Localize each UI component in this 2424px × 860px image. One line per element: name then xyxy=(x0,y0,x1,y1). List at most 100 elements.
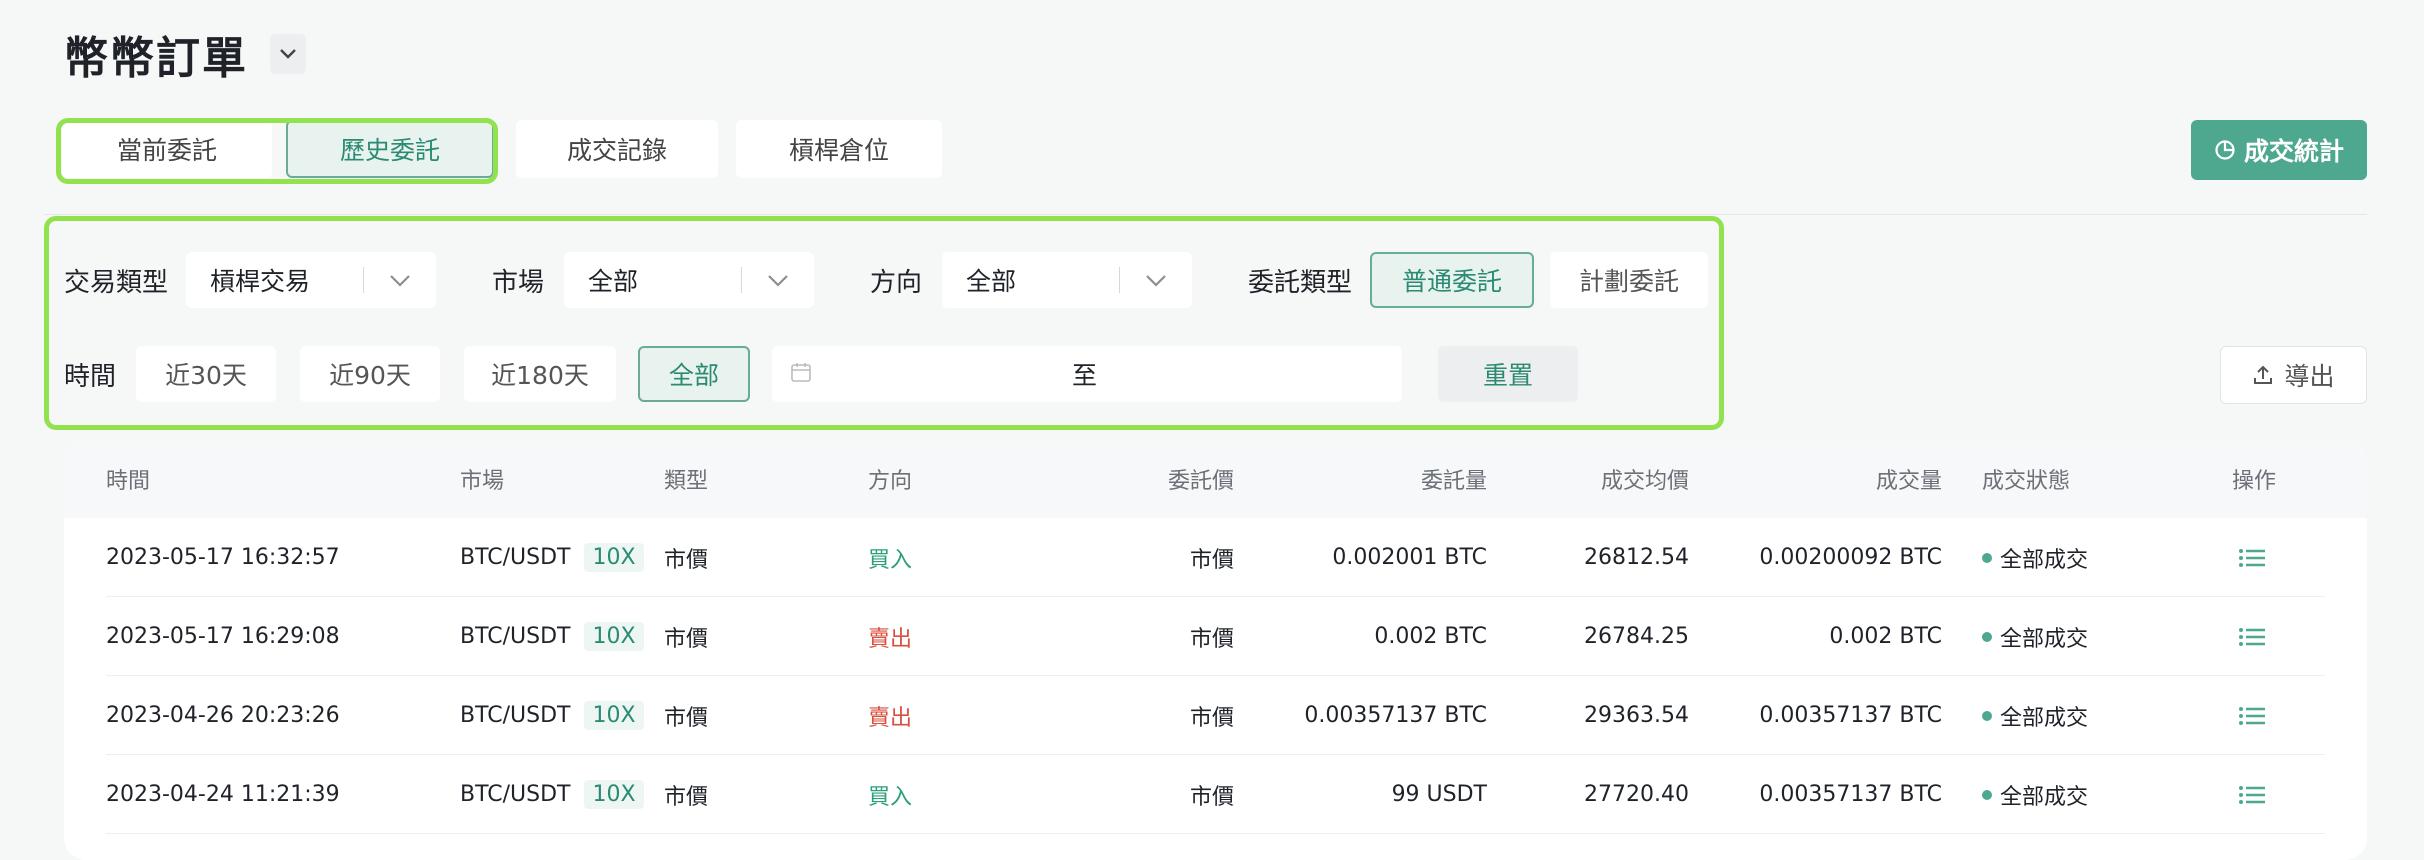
details-list-icon[interactable] xyxy=(2238,784,2266,806)
date-range-picker[interactable]: 至 xyxy=(772,346,1402,402)
reset-button[interactable]: 重置 xyxy=(1438,346,1578,402)
cell-avg-price: 26784.25 xyxy=(1584,624,1689,649)
cell-side: 賣出 xyxy=(868,626,913,652)
tab-margin-positions[interactable]: 槓桿倉位 xyxy=(736,120,942,178)
tab-current-orders[interactable]: 當前委託 xyxy=(62,120,272,178)
direction-label: 方向 xyxy=(870,267,923,298)
cell-avg-price: 26812.54 xyxy=(1584,545,1689,570)
cell-time: 2023-05-17 16:32:57 xyxy=(106,545,340,570)
status-text: 全部成交 xyxy=(2000,626,2089,652)
orders-table: 時間 市場 類型 方向 委託價 委託量 成交均價 成交量 成交狀態 操作 202… xyxy=(64,440,2367,860)
status-dot xyxy=(1982,552,1992,563)
cell-side: 買入 xyxy=(868,547,913,573)
market-pair: BTC/USDT xyxy=(460,782,571,807)
time-90d[interactable]: 近90天 xyxy=(300,346,440,402)
divider xyxy=(44,214,2367,215)
table-row: 2023-04-26 20:23:26 BTC/USDT 10X 市價 賣出 市價 0.00… xyxy=(64,676,2367,755)
market-select[interactable]: 全部 xyxy=(564,252,814,308)
leverage-badge: 10X xyxy=(584,543,644,572)
cell-status: 全部成交 xyxy=(1982,676,2088,755)
status-dot xyxy=(1982,710,1992,721)
cell-type: 市價 xyxy=(664,705,709,731)
chevron-down-icon xyxy=(280,49,296,59)
cell-avg-price: 27720.40 xyxy=(1584,782,1689,807)
upload-icon xyxy=(2254,365,2273,384)
cell-status: 全部成交 xyxy=(1982,597,2088,676)
leverage-badge: 10X xyxy=(584,622,644,651)
export-button[interactable]: 導出 xyxy=(2220,346,2367,404)
time-180d[interactable]: 近180天 xyxy=(464,346,616,402)
direction-value: 全部 xyxy=(966,267,1017,296)
time-30d[interactable]: 近30天 xyxy=(136,346,276,402)
order-type-normal[interactable]: 普通委託 xyxy=(1370,252,1534,308)
table-row: 2023-05-17 16:29:08 BTC/USDT 10X 市價 賣出 市價 0.00… xyxy=(64,597,2367,676)
page-header: 幣幣訂單 xyxy=(64,26,306,84)
col-action: 操作 xyxy=(2232,469,2277,494)
details-list-icon[interactable] xyxy=(2238,547,2266,569)
cell-filled: 0.00200092 BTC xyxy=(1759,545,1942,570)
cell-status: 全部成交 xyxy=(1982,518,2088,597)
cell-market: BTC/USDT 10X xyxy=(460,597,644,676)
date-range-separator: 至 xyxy=(1072,361,1098,390)
title-dropdown-button[interactable] xyxy=(270,34,306,74)
export-label: 導出 xyxy=(2284,362,2335,391)
col-amount: 委託量 xyxy=(1420,469,1487,494)
col-side: 方向 xyxy=(868,469,913,494)
leverage-badge: 10X xyxy=(584,780,644,809)
trade-type-select[interactable]: 槓桿交易 xyxy=(186,252,436,308)
details-list-icon[interactable] xyxy=(2238,705,2266,727)
status-text: 全部成交 xyxy=(2000,705,2089,731)
order-type-label: 委託類型 xyxy=(1248,267,1353,298)
col-filled: 成交量 xyxy=(1875,469,1942,494)
cell-status: 全部成交 xyxy=(1982,755,2088,834)
cell-price: 市價 xyxy=(1189,784,1234,810)
status-text: 全部成交 xyxy=(2000,784,2089,810)
cell-time: 2023-05-17 16:29:08 xyxy=(106,624,340,649)
cell-time: 2023-04-24 11:21:39 xyxy=(106,782,340,807)
col-avg-price: 成交均價 xyxy=(1600,469,1689,494)
cell-filled: 0.002 BTC xyxy=(1829,624,1942,649)
tab-order-history[interactable]: 歷史委託 xyxy=(286,120,494,178)
cell-price: 市價 xyxy=(1189,626,1234,652)
market-pair: BTC/USDT xyxy=(460,624,571,649)
market-pair: BTC/USDT xyxy=(460,545,571,570)
cell-market: BTC/USDT 10X xyxy=(460,755,644,834)
table-header: 時間 市場 類型 方向 委託價 委託量 成交均價 成交量 成交狀態 操作 xyxy=(64,440,2367,518)
time-label: 時間 xyxy=(64,361,117,392)
cell-amount: 0.002 BTC xyxy=(1374,624,1487,649)
trade-type-value: 槓桿交易 xyxy=(210,267,311,296)
cell-action xyxy=(2238,597,2266,676)
order-type-plan[interactable]: 計劃委託 xyxy=(1550,252,1708,308)
col-status: 成交狀態 xyxy=(1982,469,2071,494)
cell-action xyxy=(2238,755,2266,834)
cell-filled: 0.00357137 BTC xyxy=(1759,703,1942,728)
status-text: 全部成交 xyxy=(2000,547,2089,573)
cell-type: 市價 xyxy=(664,784,709,810)
table-row: 2023-04-24 11:21:39 BTC/USDT 10X 市價 買入 市價 99 U… xyxy=(64,755,2367,834)
cell-price: 市價 xyxy=(1189,705,1234,731)
table-row: 2023-05-17 16:32:57 BTC/USDT 10X 市價 買入 市價 0.00… xyxy=(64,518,2367,597)
status-dot xyxy=(1982,631,1992,642)
direction-select[interactable]: 全部 xyxy=(942,252,1192,308)
cell-type: 市價 xyxy=(664,547,709,573)
cell-amount: 0.00357137 BTC xyxy=(1304,703,1487,728)
trade-type-label: 交易類型 xyxy=(64,267,169,298)
leverage-badge: 10X xyxy=(584,701,644,730)
page-title: 幣幣訂單 xyxy=(64,33,248,84)
market-label: 市場 xyxy=(492,267,545,298)
cell-amount: 0.002001 BTC xyxy=(1332,545,1487,570)
col-market: 市場 xyxy=(460,469,505,494)
cell-market: BTC/USDT 10X xyxy=(460,676,644,755)
time-all[interactable]: 全部 xyxy=(638,346,750,402)
col-price: 委託價 xyxy=(1167,469,1234,494)
tab-trade-records[interactable]: 成交記錄 xyxy=(516,120,718,178)
row-divider xyxy=(106,833,2325,834)
status-dot xyxy=(1982,789,1992,800)
market-pair: BTC/USDT xyxy=(460,703,571,728)
details-list-icon[interactable] xyxy=(2238,626,2266,648)
cell-filled: 0.00357137 BTC xyxy=(1759,782,1942,807)
chevron-down-icon xyxy=(1146,274,1166,287)
cell-action xyxy=(2238,676,2266,755)
trade-stats-button[interactable]: 成交統計 xyxy=(2191,120,2367,180)
market-value: 全部 xyxy=(588,267,639,296)
